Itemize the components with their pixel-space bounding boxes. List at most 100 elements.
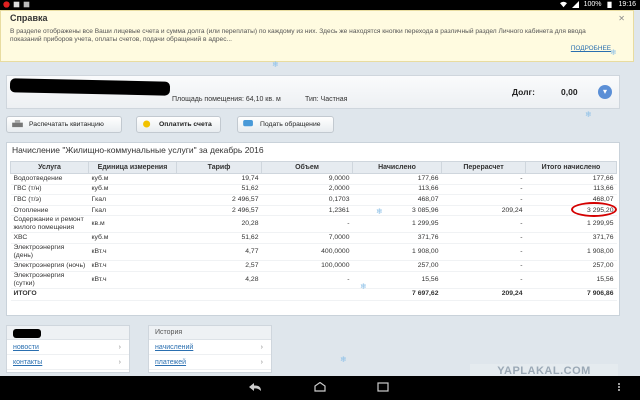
cell-total: 113,66 xyxy=(525,184,617,196)
cell-service: Электроэнергия (сутки) xyxy=(10,271,89,289)
cell-total: 371,76 xyxy=(525,232,617,244)
col-header[interactable]: Объем xyxy=(261,161,353,174)
navigation-bar xyxy=(0,376,640,400)
coin-icon xyxy=(143,120,151,128)
cell-tariff: 4,77 xyxy=(176,243,262,261)
notification-icon xyxy=(13,1,20,8)
cell-recalc: - xyxy=(441,173,526,185)
cell-service: Электроэнергия (ночь) xyxy=(10,260,89,272)
snowflake-icon: ❄ xyxy=(360,282,367,291)
table-row: Электроэнергия (ночь) кВт.ч 2,57 100,000… xyxy=(10,260,617,272)
panel-link-label: новости xyxy=(13,344,39,351)
cell-service: ГВС (т/э) xyxy=(10,194,89,206)
cell-tariff: 51,62 xyxy=(176,184,262,196)
chevron-right-icon: › xyxy=(118,344,121,351)
panel-link-contacts[interactable]: контакты › xyxy=(7,355,129,370)
battery-level: 100% xyxy=(583,1,602,8)
col-header[interactable]: Тариф xyxy=(176,161,262,174)
cell-recalc: - xyxy=(441,243,526,261)
cell-volume: - xyxy=(261,271,353,289)
cell-service: ХВС xyxy=(10,232,89,244)
debt-label: Долг: xyxy=(512,87,535,97)
cell-total: 1 908,00 xyxy=(525,243,617,261)
charges-table-panel: Начисление "Жилищно-коммунальные услуги"… xyxy=(6,142,620,316)
cell-volume: 0,1703 xyxy=(261,194,353,206)
cell-volume: 9,0000 xyxy=(261,173,353,185)
home-icon[interactable] xyxy=(313,382,327,392)
wifi-icon xyxy=(559,1,567,8)
cell-total-highlighted: 3 295,20 xyxy=(525,201,617,217)
links-panel: новости › контакты › xyxy=(6,325,130,373)
battery-icon xyxy=(607,1,613,8)
col-header[interactable]: Итого начислено xyxy=(525,161,617,174)
table-row: Электроэнергия (день) кВт.ч 4,77 400,000… xyxy=(10,243,617,261)
table-row: ХВС куб.м 51,62 7,0000 371,76 - 371,76 xyxy=(10,232,617,244)
menu-icon[interactable] xyxy=(612,382,626,392)
panel-link-charges[interactable]: начислений › xyxy=(149,340,271,355)
table-row: Отопление Гкал 2 496,57 1,2361 3 085,96 … xyxy=(10,201,617,217)
cell-unit: кВт.ч xyxy=(88,243,177,261)
notification-icon xyxy=(23,1,30,8)
panel-link-label: начислений xyxy=(155,344,194,351)
cell-empty xyxy=(88,287,177,301)
cell-empty xyxy=(176,287,262,301)
cell-total: 7 906,86 xyxy=(525,287,617,301)
panel-link-payments[interactable]: платежей › xyxy=(149,355,271,370)
cell-charged: 468,07 xyxy=(352,194,442,206)
cell-tariff: 2 496,57 xyxy=(176,205,262,217)
cell-service: Содержание и ремонт жилого помещения xyxy=(10,215,89,234)
cell-volume: 100,0000 xyxy=(261,260,353,272)
pay-bills-button[interactable]: Оплатить счета xyxy=(136,116,221,133)
cell-volume: 7,0000 xyxy=(261,232,353,244)
snowflake-icon: ❄ xyxy=(585,110,592,119)
table-row: Содержание и ремонт жилого помещения кв.… xyxy=(10,215,617,234)
cell-volume: 1,2361 xyxy=(261,205,353,217)
chat-icon xyxy=(243,120,253,127)
area-label: Площадь помещения: 64,10 кв. м xyxy=(172,96,281,103)
cell-unit: Гкал xyxy=(88,205,177,217)
table-row: ГВС (т/н) куб.м 51,62 2,0000 113,66 - 11… xyxy=(10,184,617,196)
cell-tariff: 19,74 xyxy=(176,173,262,185)
cell-recalc: - xyxy=(441,260,526,272)
panel-header: История xyxy=(149,326,271,340)
cell-unit: кВт.ч xyxy=(88,271,177,289)
cell-total: 1 299,95 xyxy=(525,215,617,234)
print-label: Распечатать квитанцию xyxy=(29,121,104,128)
help-panel: ✕ Справка В разделе отображены все Ваши … xyxy=(0,10,634,62)
more-link[interactable]: ПОДРОБНЕЕ xyxy=(571,45,611,52)
col-header[interactable]: Услуга xyxy=(10,161,89,174)
cell-total: 177,66 xyxy=(525,173,617,185)
cell-recalc: - xyxy=(441,232,526,244)
print-receipt-button[interactable]: Распечатать квитанцию xyxy=(6,116,122,133)
col-header[interactable]: Перерасчет xyxy=(441,161,526,174)
cell-empty xyxy=(261,287,353,301)
history-panel: История начислений › платежей › xyxy=(148,325,272,373)
snowflake-icon: ❄ xyxy=(272,60,279,69)
panel-link-news[interactable]: новости › xyxy=(7,340,129,355)
recent-apps-icon[interactable] xyxy=(376,382,390,392)
table-row: Электроэнергия (сутки) кВт.ч 4,28 - 15,5… xyxy=(10,271,617,289)
signal-icon xyxy=(571,1,579,8)
cell-unit: Гкал xyxy=(88,194,177,206)
cell-charged: 1 908,00 xyxy=(352,243,442,261)
col-header[interactable]: Единица измерения xyxy=(88,161,177,174)
chevron-right-icon: › xyxy=(118,359,121,366)
table-row: Водоотведение куб.м 19,74 9,0000 177,66 … xyxy=(10,173,617,185)
redacted-panel-title xyxy=(13,329,41,338)
panel-link-label: контакты xyxy=(13,359,43,366)
submit-appeal-button[interactable]: Подать обращение xyxy=(237,116,334,133)
cell-tariff: 2 496,57 xyxy=(176,194,262,206)
cell-charged: 371,76 xyxy=(352,232,442,244)
cell-charged: 113,66 xyxy=(352,184,442,196)
cell-recalc: - xyxy=(441,215,526,234)
back-icon[interactable] xyxy=(248,382,262,392)
printer-icon xyxy=(12,120,23,128)
clock: 19:16 xyxy=(618,1,636,8)
chevron-down-icon[interactable]: ▾ xyxy=(598,85,612,99)
cell-charged: 257,00 xyxy=(352,260,442,272)
close-icon[interactable]: ✕ xyxy=(618,14,625,23)
col-header[interactable]: Начислено xyxy=(352,161,442,174)
help-text: В разделе отображены все Ваши лицевые сч… xyxy=(10,28,586,43)
cell-total-label: ИТОГО xyxy=(10,287,89,301)
cell-service: Водоотведение xyxy=(10,173,89,185)
